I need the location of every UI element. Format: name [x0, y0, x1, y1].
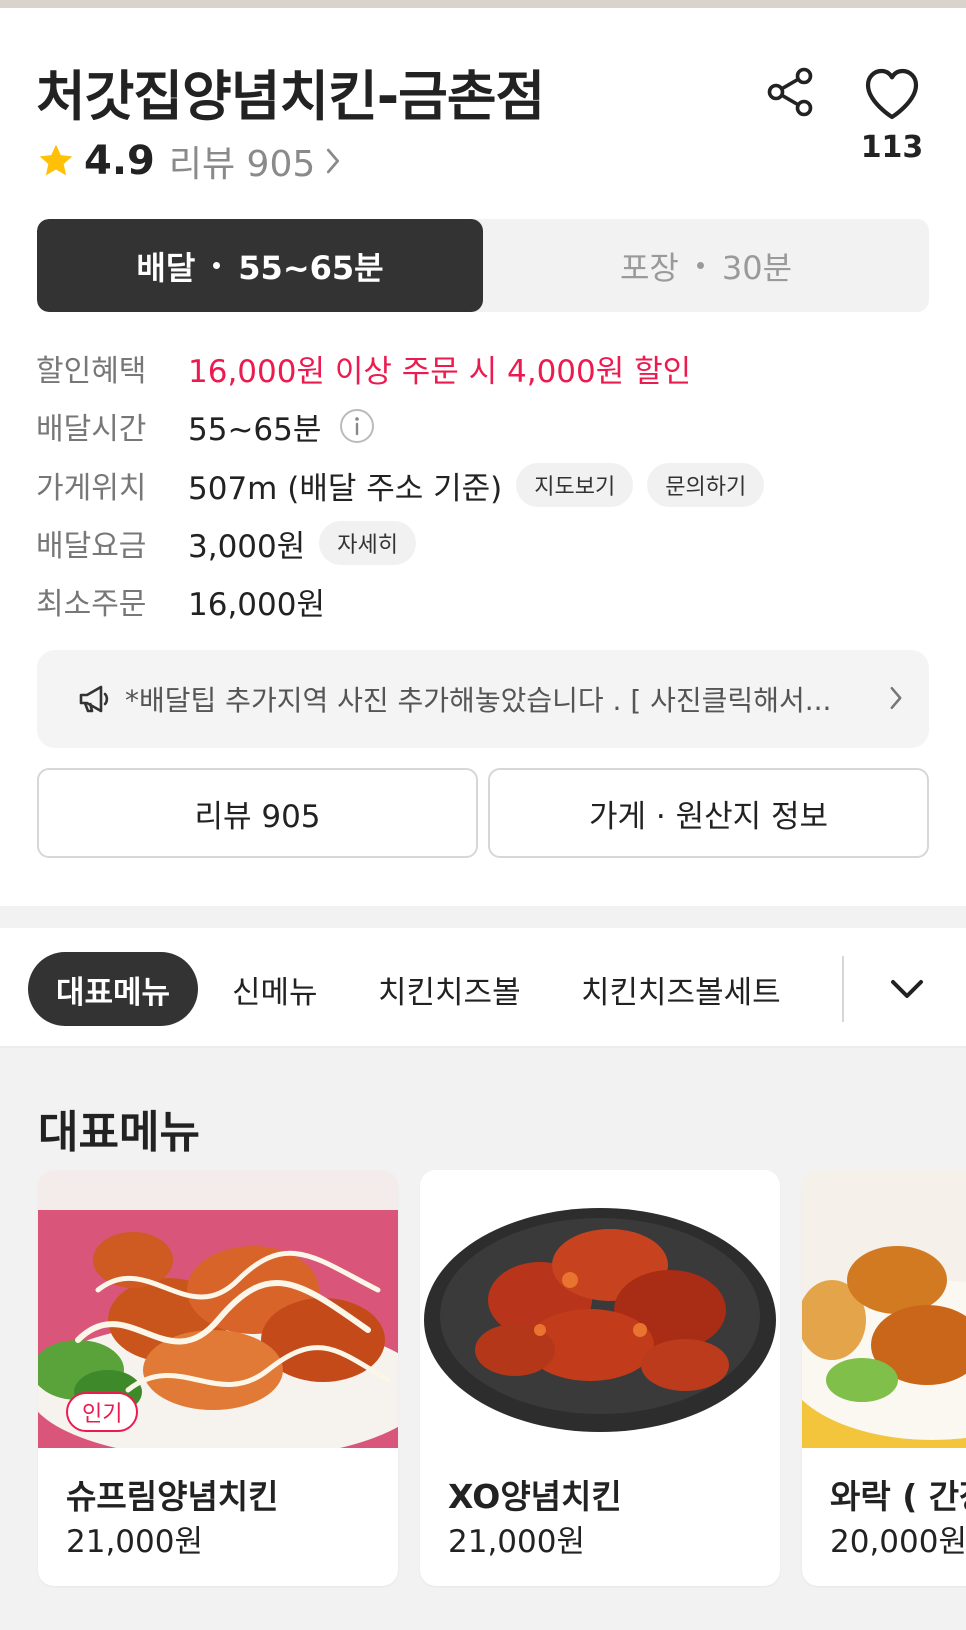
review-count-link[interactable]: 리뷰 905 — [169, 135, 341, 187]
chevron-right-icon — [327, 148, 340, 174]
store-info-button[interactable]: 가게 · 원산지 정보 — [488, 768, 929, 858]
info-row-location: 가게위치 507m (배달 주소 기준) 지도보기 문의하기 — [36, 457, 765, 513]
menu-name: 와락 ( 간장 — [830, 1477, 966, 1516]
menu-price: 21,000원 — [66, 1524, 203, 1560]
menu-photo — [420, 1170, 780, 1448]
reviews-button[interactable]: 리뷰 905 — [37, 768, 478, 858]
separator-dot — [213, 262, 221, 269]
info-row-min-order: 최소주문 16,000원 — [36, 573, 325, 629]
info-row-discount: 할인혜택 16,000원 이상 주문 시 4,000원 할인 — [36, 340, 691, 396]
tab-delivery-time: 55~65분 — [238, 248, 384, 287]
info-row-delivery-fee: 배달요금 3,000원 자세히 — [36, 515, 417, 571]
tab-pickup-label: 포장 — [619, 248, 679, 287]
separator-dot — [696, 262, 704, 269]
tab-pickup[interactable]: 포장 30분 — [483, 219, 929, 312]
menu-price: 20,000원 — [830, 1524, 966, 1560]
min-order-value: 16,000원 — [188, 586, 325, 623]
store-title: 처갓집양념치킨-금촌점 — [36, 65, 545, 128]
megaphone-icon — [79, 685, 109, 713]
notice-text: *배달팁 추가지역 사진 추가해놓았습니다 . [ 사진클릭해서... — [125, 684, 832, 717]
chevron-right-icon — [890, 686, 902, 710]
menu-section: 대표메뉴 인기 슈프림양념치킨 21,000원 XO양념치킨 21,000원 와… — [0, 1048, 966, 1630]
store-notice[interactable]: *배달팁 추가지역 사진 추가해놓았습니다 . [ 사진클릭해서... — [37, 650, 929, 748]
rating-value: 4.9 — [84, 138, 155, 184]
menu-name: 슈프림양념치킨 — [66, 1477, 279, 1516]
category-tab-new[interactable]: 신메뉴 — [232, 952, 318, 1026]
map-view-button[interactable]: 지도보기 — [516, 463, 634, 507]
info-row-delivery-time: 배달시간 55~65분 — [36, 398, 375, 454]
menu-photo — [802, 1170, 966, 1448]
section-divider — [0, 906, 966, 928]
heart-icon[interactable] — [860, 62, 924, 126]
popular-badge: 인기 — [66, 1392, 139, 1432]
delivery-fee-value: 3,000원 — [188, 528, 306, 565]
delivery-fee-label: 배달요금 — [36, 529, 147, 564]
review-count-label: 리뷰 905 — [168, 144, 316, 185]
menu-section-heading: 대표메뉴 — [38, 1107, 200, 1158]
category-divider — [842, 956, 844, 1022]
category-tab-signature[interactable]: 대표메뉴 — [28, 952, 198, 1026]
location-label: 가게위치 — [36, 471, 147, 506]
order-mode-toggle: 배달 55~65분 포장 30분 — [37, 219, 929, 312]
menu-price: 21,000원 — [448, 1524, 585, 1560]
menu-card[interactable]: 와락 ( 간장 20,000원 — [802, 1170, 966, 1586]
location-value: 507m (배달 주소 기준) — [188, 470, 503, 507]
delivery-time-value: 55~65분 — [188, 411, 322, 448]
category-tab-bar: 대표메뉴 신메뉴 치킨치즈볼 치킨치즈볼세트 — [0, 928, 966, 1048]
like-count: 113 — [860, 130, 924, 165]
discount-label: 할인혜택 — [36, 354, 147, 389]
min-order-label: 최소주문 — [36, 587, 147, 622]
discount-value: 16,000원 이상 주문 시 4,000원 할인 — [188, 353, 692, 390]
chevron-down-icon[interactable] — [884, 966, 930, 1012]
menu-name: XO양념치킨 — [448, 1477, 622, 1516]
header-image-edge — [0, 0, 966, 8]
tab-delivery[interactable]: 배달 55~65분 — [37, 219, 483, 312]
menu-card[interactable]: XO양념치킨 21,000원 — [420, 1170, 780, 1586]
info-icon[interactable] — [339, 408, 375, 444]
menu-card[interactable]: 인기 슈프림양념치킨 21,000원 — [38, 1170, 398, 1586]
share-icon[interactable] — [762, 64, 818, 120]
fee-detail-button[interactable]: 자세히 — [319, 521, 417, 565]
star-icon — [39, 144, 73, 176]
category-tab-cheeseball-set[interactable]: 치킨치즈볼세트 — [581, 952, 781, 1026]
delivery-time-label: 배달시간 — [36, 412, 147, 447]
tab-pickup-time: 30분 — [721, 248, 793, 287]
inquiry-button[interactable]: 문의하기 — [647, 463, 765, 507]
rating-row: 4.9 리뷰 905 — [36, 134, 341, 188]
category-tab-cheeseball[interactable]: 치킨치즈볼 — [378, 952, 521, 1026]
tab-delivery-label: 배달 — [136, 248, 196, 287]
